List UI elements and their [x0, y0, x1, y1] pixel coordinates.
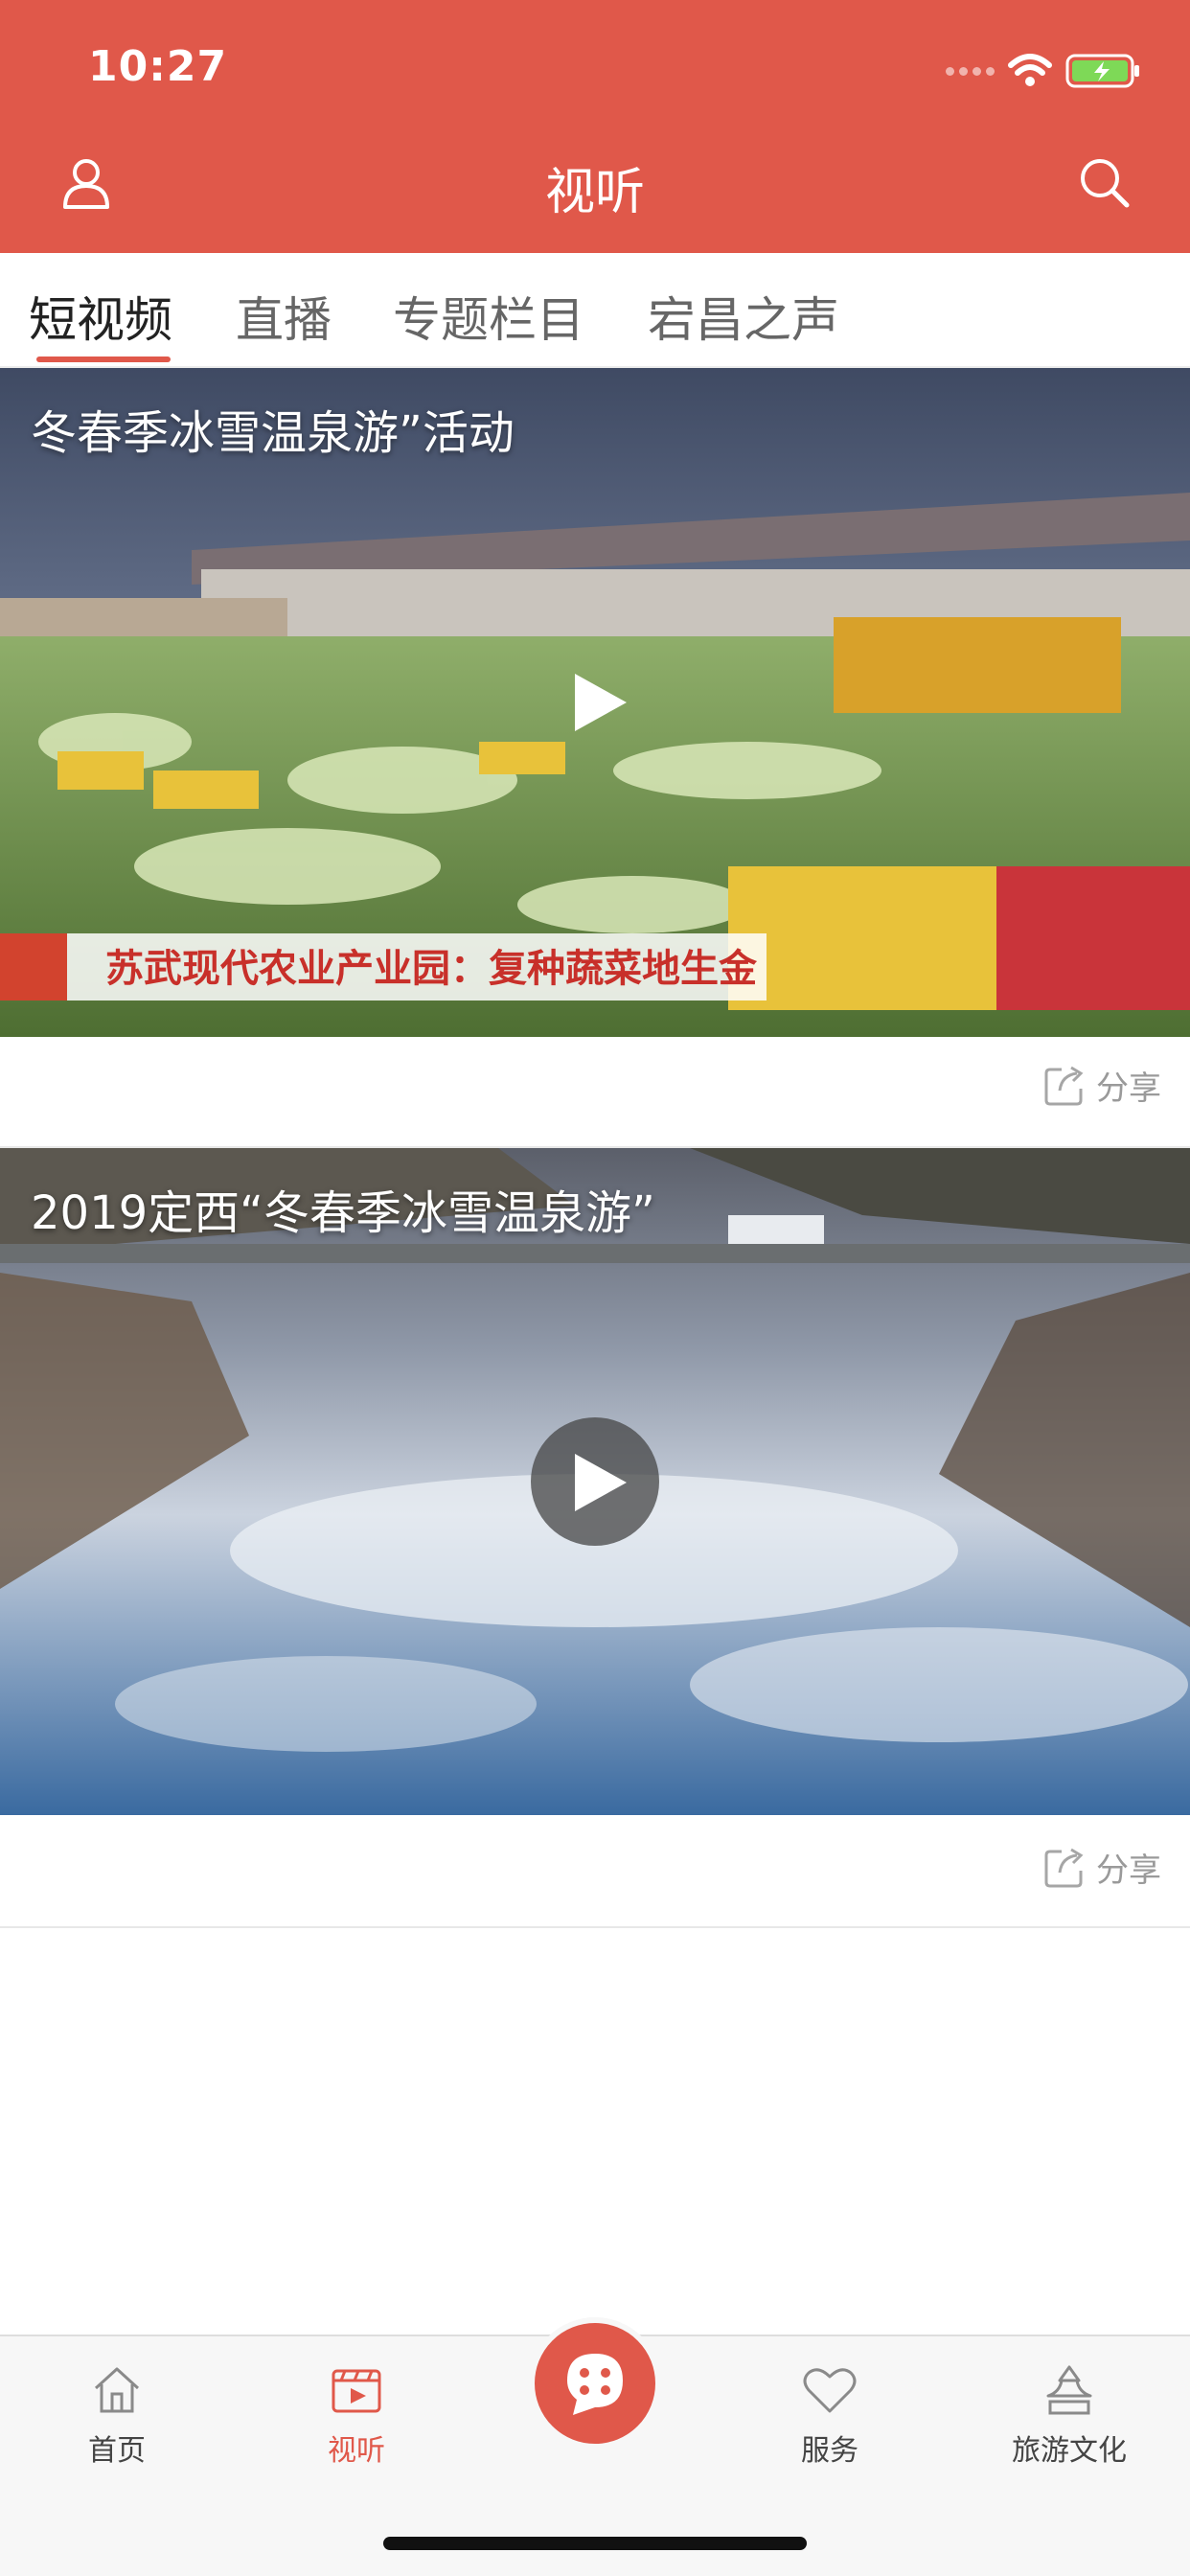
status-indicators	[946, 52, 1142, 90]
pagoda-icon	[1046, 2365, 1092, 2415]
heart-icon	[803, 2368, 857, 2413]
signal-icon	[946, 66, 995, 76]
play-icon[interactable]	[531, 1417, 659, 1546]
video-title: 冬春季冰雪温泉游”活动	[31, 406, 515, 460]
video-card[interactable]: 苏武现代农业产业园：复种蔬菜地生金 冬春季冰雪温泉游”活动	[0, 368, 1190, 1037]
home-indicator	[383, 2537, 807, 2550]
share-button[interactable]: 分享	[1042, 1844, 1161, 1891]
tabbar-av-label: 视听	[328, 2434, 385, 2468]
tabbar-home-label: 首页	[88, 2434, 146, 2468]
share-label: 分享	[1096, 1070, 1161, 1108]
share-button[interactable]: 分享	[1042, 1062, 1161, 1109]
active-tab-indicator	[36, 356, 171, 362]
tab-live[interactable]: 直播	[236, 282, 332, 351]
status-time: 10:27	[88, 42, 228, 91]
share-label: 分享	[1096, 1852, 1161, 1890]
battery-icon	[1065, 54, 1139, 88]
home-icon	[94, 2367, 140, 2413]
share-icon	[1044, 1066, 1084, 1105]
tabbar-home[interactable]: 首页	[31, 2363, 203, 2469]
play-icon[interactable]	[531, 637, 659, 766]
chat-bubble-icon	[567, 2354, 623, 2415]
video-card[interactable]: 2019定西“冬春季冰雪温泉游”	[0, 1148, 1190, 1815]
video-title: 2019定西“冬春季冰雪温泉游”	[31, 1186, 655, 1240]
tab-special-columns[interactable]: 专题栏目	[393, 282, 584, 351]
wifi-icon	[1008, 54, 1052, 86]
video-icon	[332, 2369, 381, 2413]
divider	[0, 1926, 1190, 1928]
tab-short-video[interactable]: 短视频	[29, 282, 172, 351]
tabbar-service[interactable]: 服务	[744, 2363, 916, 2469]
header-bar: 10:27 视听	[0, 0, 1190, 253]
search-icon[interactable]	[1075, 153, 1133, 211]
video-banner-text: 苏武现代农业产业园：复种蔬菜地生金	[105, 947, 758, 991]
page-title: 视听	[544, 164, 645, 221]
share-icon	[1044, 1848, 1084, 1887]
center-action-button[interactable]	[529, 2317, 661, 2450]
tabbar-service-label: 服务	[801, 2434, 858, 2468]
category-tabs: 短视频 直播 专题栏目 宕昌之声	[0, 253, 1190, 368]
tabbar-tourism[interactable]: 旅游文化	[983, 2363, 1156, 2469]
tabbar-av[interactable]: 视听	[270, 2363, 443, 2469]
tabbar-tourism-label: 旅游文化	[1012, 2434, 1127, 2468]
tab-tanchang-voice[interactable]: 宕昌之声	[648, 282, 839, 351]
